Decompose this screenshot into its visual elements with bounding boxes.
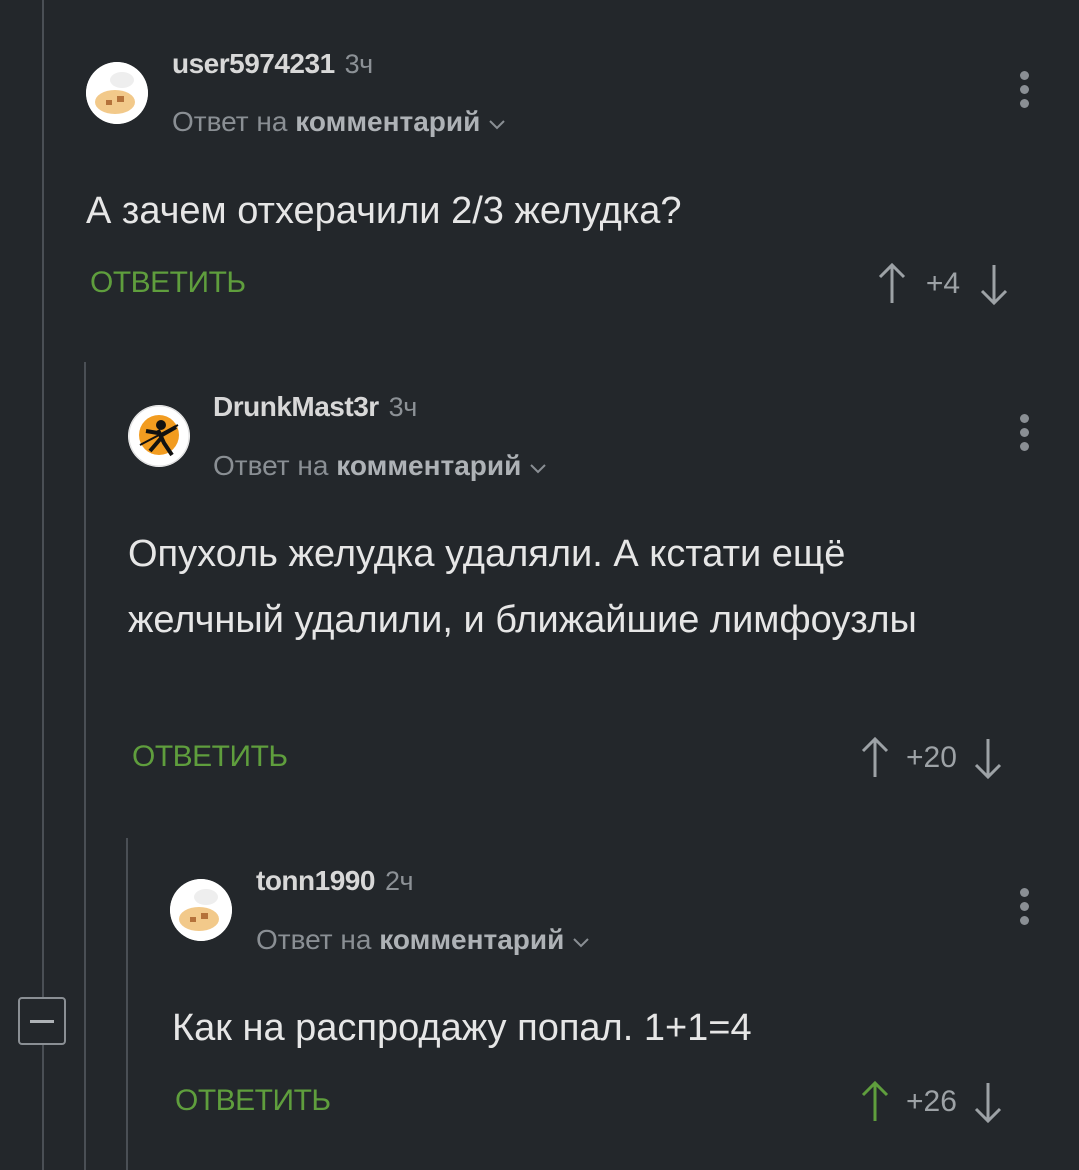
reply-prefix: Ответ на [213,450,329,481]
avatar[interactable] [128,405,190,467]
comment-text: Как на распродажу попал. 1+1=4 [172,1007,752,1049]
reply-prefix: Ответ на [256,924,372,955]
parent-comment-link[interactable]: комментарий [336,450,521,481]
more-options-icon[interactable] [1018,414,1030,454]
more-options-icon[interactable] [1018,71,1030,111]
vote-controls: +20 [858,733,1005,783]
downvote-arrow-icon[interactable] [971,735,1005,781]
chevron-down-icon[interactable] [529,450,547,482]
avatar[interactable] [170,879,232,941]
author-label[interactable]: tonn1990 [256,865,375,896]
minus-icon [30,1020,54,1023]
comment-text: А зачем отхерачили 2/3 желудка? [86,190,682,232]
ninja-icon [128,405,190,467]
rating-value: +26 [906,1085,957,1118]
chevron-down-icon[interactable] [488,106,506,138]
default-chef-icon [170,879,232,941]
comment-time: 3ч [344,49,374,79]
rating-value: +20 [906,741,957,774]
reply-to-info[interactable]: Ответ на комментарий [172,106,506,138]
downvote-arrow-icon[interactable] [977,261,1011,307]
reply-button[interactable]: ОТВЕТИТЬ [132,740,288,774]
reply-button[interactable]: ОТВЕТИТЬ [175,1084,331,1118]
comment-time: 2ч [384,866,414,896]
author-label[interactable]: user5974231 [172,48,335,79]
comment-time: 3ч [388,392,418,422]
comment-text: Опухоль желудка удаляли. А кстати ещё же… [128,533,917,641]
reply-button[interactable]: ОТВЕТИТЬ [90,266,246,300]
thread-line [42,0,44,1170]
author-label[interactable]: DrunkMast3r [213,391,379,422]
rating-value: +4 [925,267,961,300]
author-name[interactable]: user5974231 3ч [172,48,373,80]
upvote-arrow-icon[interactable] [858,735,892,781]
vote-controls: +26 [858,1077,1005,1127]
thread-line [84,362,86,1170]
reply-prefix: Ответ на [172,106,288,137]
parent-comment-link[interactable]: комментарий [379,924,564,955]
reply-to-info[interactable]: Ответ на комментарий [213,450,547,482]
vote-controls: +4 [875,259,1011,309]
upvote-arrow-icon[interactable] [858,1079,892,1125]
reply-to-info[interactable]: Ответ на комментарий [256,924,590,956]
author-name[interactable]: tonn1990 2ч [256,865,414,897]
upvote-arrow-icon[interactable] [875,261,909,307]
thread-line [126,838,128,1170]
collapse-thread-button[interactable] [18,997,66,1045]
default-chef-icon [86,62,148,124]
downvote-arrow-icon[interactable] [971,1079,1005,1125]
chevron-down-icon[interactable] [572,924,590,956]
author-name[interactable]: DrunkMast3r 3ч [213,391,417,423]
avatar[interactable] [86,62,148,124]
more-options-icon[interactable] [1018,888,1030,928]
parent-comment-link[interactable]: комментарий [295,106,480,137]
